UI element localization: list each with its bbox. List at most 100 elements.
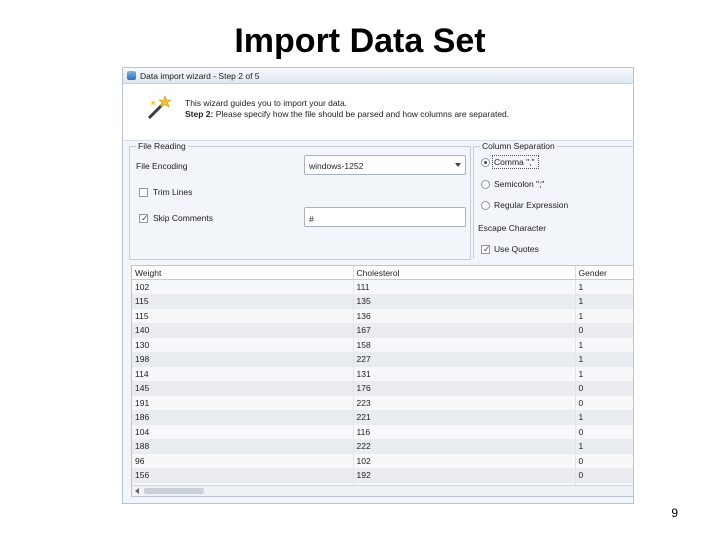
comma-label[interactable]: Comma "," (494, 157, 535, 167)
table-cell: 104 (132, 424, 354, 440)
table-cell: 156 (132, 468, 354, 483)
column-header-cholesterol[interactable]: Cholesterol (353, 266, 576, 280)
table-cell: 102 (353, 453, 576, 469)
wizard-header: This wizard guides you to import your da… (123, 84, 633, 141)
trim-lines-checkbox[interactable] (139, 188, 148, 197)
table-row[interactable]: 145 176 0 (132, 381, 633, 396)
table-cell: 191 (132, 395, 354, 411)
wizard-step-text: Step 2: Please specify how the file shou… (185, 109, 509, 119)
table-cell: 115 (132, 308, 354, 324)
table-row[interactable]: 140 167 0 (132, 323, 633, 338)
table-cell: 186 (132, 410, 354, 425)
table-cell: 1 (575, 352, 633, 367)
table-cell: 140 (132, 323, 354, 338)
wizard-intro-text: This wizard guides you to import your da… (185, 98, 348, 108)
table-cell: 1 (575, 308, 633, 324)
file-encoding-value: windows-1252 (309, 161, 364, 171)
table-row[interactable]: 191 223 0 (132, 395, 633, 411)
table-cell: 0 (575, 323, 633, 338)
table-row[interactable]: 156 192 0 (132, 468, 633, 483)
escape-character-label: Escape Character (478, 223, 547, 233)
slide-title: Import Data Set (234, 22, 486, 60)
table-cell: 221 (353, 410, 576, 425)
table-cell: 1 (575, 410, 633, 425)
table-row[interactable]: 115 135 1 (132, 294, 633, 309)
scrollbar-thumb[interactable] (144, 488, 204, 494)
column-header-gender[interactable]: Gender (575, 266, 633, 280)
table-row[interactable]: 114 131 1 (132, 366, 633, 382)
regular-expression-radio[interactable] (481, 201, 490, 210)
table-cell: 227 (353, 352, 576, 367)
table-header-row: Weight Cholesterol Gender (132, 266, 633, 280)
table-cell: 0 (575, 395, 633, 411)
table-cell: 136 (353, 308, 576, 324)
semicolon-label[interactable]: Semicolon ";" (494, 179, 544, 189)
table-row[interactable]: 188 222 1 (132, 439, 633, 454)
table-cell: 1 (575, 337, 633, 353)
table-cell: 167 (353, 323, 576, 338)
table-cell: 176 (353, 381, 576, 396)
horizontal-scrollbar[interactable] (132, 485, 633, 496)
magic-wand-icon (147, 95, 172, 120)
table-row[interactable]: 186 221 1 (132, 410, 633, 425)
file-reading-legend: File Reading (136, 141, 188, 151)
chevron-down-icon[interactable] (455, 163, 461, 167)
step-label: Step 2: (185, 109, 214, 119)
table-cell: 115 (132, 294, 354, 309)
app-icon (127, 71, 136, 80)
file-reading-group: File Reading File Encoding windows-1252 … (129, 141, 471, 260)
table-row[interactable]: 96 102 0 (132, 453, 633, 469)
window-titlebar[interactable]: Data import wizard - Step 2 of 5 (123, 68, 633, 84)
table-cell: 192 (353, 468, 576, 483)
table-cell: 1 (575, 279, 633, 295)
scroll-left-arrow-icon[interactable] (135, 488, 139, 494)
step-description: Please specify how the file should be pa… (213, 109, 510, 119)
table-cell: 131 (353, 366, 576, 382)
regular-expression-label[interactable]: Regular Expression (494, 200, 568, 210)
comma-radio[interactable] (481, 158, 490, 167)
use-quotes-label[interactable]: Use Quotes (494, 244, 539, 254)
table-cell: 114 (132, 366, 354, 382)
table-cell: 0 (575, 453, 633, 469)
table-row[interactable]: 115 136 1 (132, 308, 633, 324)
skip-comments-label[interactable]: Skip Comments (153, 213, 213, 223)
table-cell: 111 (353, 279, 576, 295)
table-cell: 222 (353, 439, 576, 454)
table-cell: 188 (132, 439, 354, 454)
comment-character-input[interactable]: # (304, 207, 466, 227)
table-row[interactable]: 102 111 1 (132, 279, 633, 295)
table-cell: 158 (353, 337, 576, 353)
checkmark-icon: ✓ (483, 244, 491, 254)
file-encoding-label: File Encoding (136, 161, 188, 171)
file-encoding-select[interactable]: windows-1252 (304, 155, 466, 175)
table-cell: 198 (132, 352, 354, 367)
table-row[interactable]: 198 227 1 (132, 352, 633, 367)
table-cell: 1 (575, 366, 633, 382)
trim-lines-label[interactable]: Trim Lines (153, 187, 192, 197)
use-quotes-checkbox[interactable]: ✓ (481, 244, 491, 254)
table-cell: 130 (132, 337, 354, 353)
table-cell: 223 (353, 395, 576, 411)
column-separation-group: Column Separation Comma "," Semicolon ";… (473, 141, 633, 259)
data-preview-table[interactable]: Weight Cholesterol Gender 102 111 1 115 135… (131, 265, 633, 497)
window-title: Data import wizard - Step 2 of 5 (140, 70, 260, 81)
table-cell: 96 (132, 453, 354, 469)
table-cell: 135 (353, 294, 576, 309)
table-cell: 0 (575, 381, 633, 396)
column-header-weight[interactable]: Weight (132, 266, 354, 280)
table-row[interactable]: 104 116 0 (132, 424, 633, 440)
table-cell: 0 (575, 468, 633, 483)
semicolon-radio[interactable] (481, 180, 490, 189)
table-cell: 145 (132, 381, 354, 396)
table-row[interactable]: 130 158 1 (132, 337, 633, 353)
skip-comments-checkbox[interactable]: ✓ (139, 213, 149, 223)
table-cell: 102 (132, 279, 354, 295)
checkmark-icon: ✓ (141, 213, 149, 223)
column-separation-legend: Column Separation (480, 141, 557, 151)
radio-selected-dot (484, 161, 487, 164)
table-cell: 1 (575, 439, 633, 454)
slide-page-number: 9 (671, 506, 678, 520)
data-import-wizard-window: Data import wizard - Step 2 of 5 This wi… (122, 67, 634, 504)
table-cell: 1 (575, 294, 633, 309)
comment-character-value: # (309, 214, 314, 224)
